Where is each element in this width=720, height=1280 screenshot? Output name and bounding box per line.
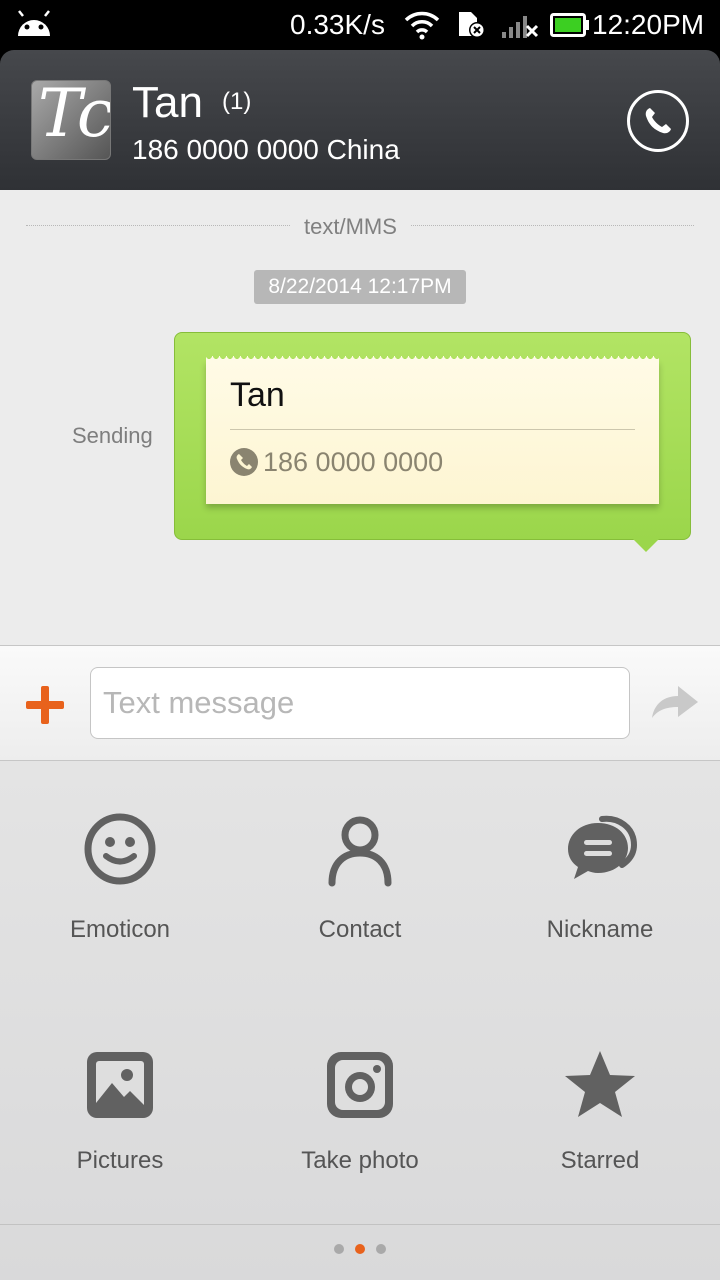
pictures-button[interactable]: Pictures [0, 1001, 240, 1201]
attachment-panel: Emoticon Contact Nickname Pictures Take … [0, 761, 720, 1280]
wifi-icon [404, 10, 440, 45]
picture-icon [87, 1052, 153, 1118]
message-type-label: text/MMS [290, 214, 411, 240]
message-bubble[interactable]: Tan 186 0000 0000 [174, 332, 691, 540]
phone-icon [645, 108, 671, 134]
message-status: Sending [72, 423, 153, 448]
message-input[interactable] [90, 667, 630, 739]
starred-button[interactable]: Starred [480, 1001, 720, 1201]
page-dot [334, 1244, 344, 1254]
starred-label: Starred [560, 1147, 640, 1174]
smiley-icon [84, 813, 156, 885]
nickname-button[interactable]: Nickname [480, 761, 720, 961]
contact-number: 186 0000 0000 China [132, 134, 400, 165]
card-zigzag-edge [206, 356, 659, 362]
card-divider [230, 429, 635, 430]
contact-name: Tan [132, 78, 203, 127]
avatar-initials: Tc [38, 80, 111, 152]
call-button[interactable] [627, 90, 689, 152]
sim-card-missing-icon [456, 10, 488, 45]
contact-card[interactable]: Tan 186 0000 0000 [206, 356, 659, 504]
card-contact-name: Tan [230, 376, 285, 414]
unread-count: (1) [222, 88, 252, 115]
message-list: text/MMS 8/22/2014 12:17PM Sending Tan 1… [0, 190, 720, 645]
contact-label: Contact [318, 916, 402, 943]
composer [0, 645, 720, 761]
star-icon [565, 1051, 635, 1117]
message-timestamp: 8/22/2014 12:17PM [254, 270, 466, 304]
take-photo-label: Take photo [301, 1147, 419, 1174]
page-dot-active [355, 1244, 365, 1254]
send-arrow-icon[interactable] [650, 682, 700, 725]
emoticon-button[interactable]: Emoticon [0, 761, 240, 961]
bubble-tail [632, 538, 660, 552]
phone-icon [230, 448, 258, 481]
card-phone-number: 186 0000 0000 [263, 447, 444, 477]
network-speed: 0.33K/s [290, 9, 385, 40]
status-bar: 0.33K/s 12:20PM [0, 0, 720, 50]
emoticon-label: Emoticon [69, 916, 171, 943]
signal-icon [500, 10, 540, 45]
android-icon [14, 10, 54, 43]
conversation-header: Tc Tan (1) 186 0000 0000 China [0, 50, 720, 190]
person-icon [328, 816, 392, 887]
camera-icon [327, 1052, 393, 1118]
chat-bubbles-icon [568, 815, 638, 879]
page-dot [376, 1244, 386, 1254]
battery-icon [550, 13, 590, 42]
divider [0, 1224, 720, 1225]
clock: 12:20PM [592, 9, 705, 40]
contact-button[interactable]: Contact [240, 761, 480, 961]
take-photo-button[interactable]: Take photo [240, 1001, 480, 1201]
avatar[interactable]: Tc [31, 80, 111, 160]
pictures-label: Pictures [76, 1147, 164, 1174]
plus-icon[interactable] [24, 684, 66, 731]
nickname-label: Nickname [546, 916, 654, 943]
